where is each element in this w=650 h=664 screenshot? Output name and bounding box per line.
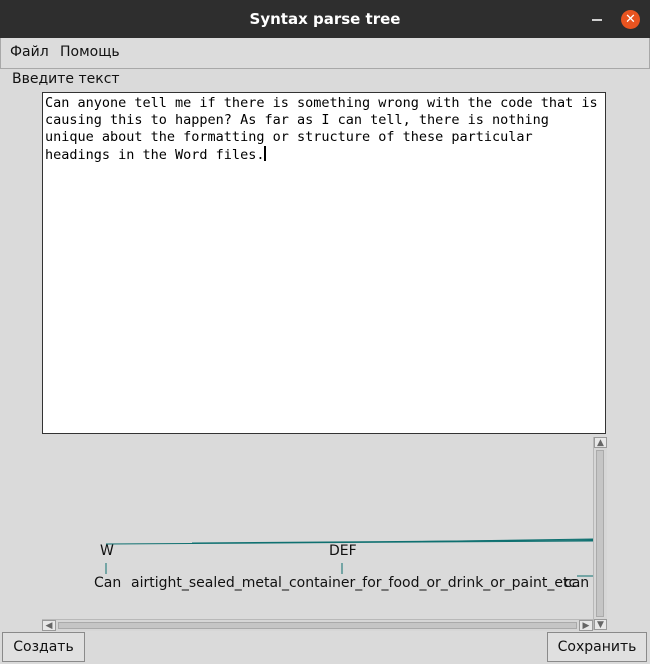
- minimize-icon[interactable]: [592, 19, 602, 21]
- vertical-scrollbar[interactable]: ▲ ▼: [593, 437, 607, 630]
- close-icon[interactable]: ✕: [621, 10, 640, 29]
- save-button[interactable]: Сохранить: [547, 632, 647, 662]
- input-label: Введите текст: [12, 71, 120, 87]
- parse-tree-canvas: W DEF Can airtight_sealed_metal_containe…: [42, 437, 593, 619]
- scroll-right-icon[interactable]: ▶: [579, 620, 593, 631]
- horizontal-scroll-thumb[interactable]: [58, 622, 577, 629]
- menu-help[interactable]: Помощь: [60, 44, 120, 60]
- scroll-down-icon[interactable]: ▼: [594, 619, 607, 630]
- tree-node-def: DEF: [329, 543, 357, 559]
- window-title: Syntax parse tree: [249, 10, 401, 28]
- text-cursor: [264, 146, 267, 161]
- scroll-left-icon[interactable]: ◀: [42, 620, 56, 631]
- tree-leaf-word: airtight_sealed_metal_container_for_food…: [131, 575, 581, 591]
- tree-leaf-word: can: [564, 575, 590, 591]
- menu-bar: Файл Помощь: [0, 38, 650, 69]
- create-button[interactable]: Создать: [2, 632, 85, 662]
- vertical-scroll-thumb[interactable]: [596, 450, 604, 617]
- text-input-value: Can anyone tell me if there is something…: [45, 95, 606, 163]
- tree-leaf-word: Can: [94, 575, 122, 591]
- title-bar: Syntax parse tree ✕: [0, 0, 650, 38]
- scroll-up-icon[interactable]: ▲: [594, 437, 607, 448]
- tree-node-w: W: [100, 543, 114, 559]
- text-input[interactable]: Can anyone tell me if there is something…: [42, 92, 606, 434]
- menu-file[interactable]: Файл: [10, 44, 49, 60]
- horizontal-scrollbar[interactable]: ◀ ▶: [42, 619, 593, 631]
- parse-tree-lines: [105, 538, 593, 577]
